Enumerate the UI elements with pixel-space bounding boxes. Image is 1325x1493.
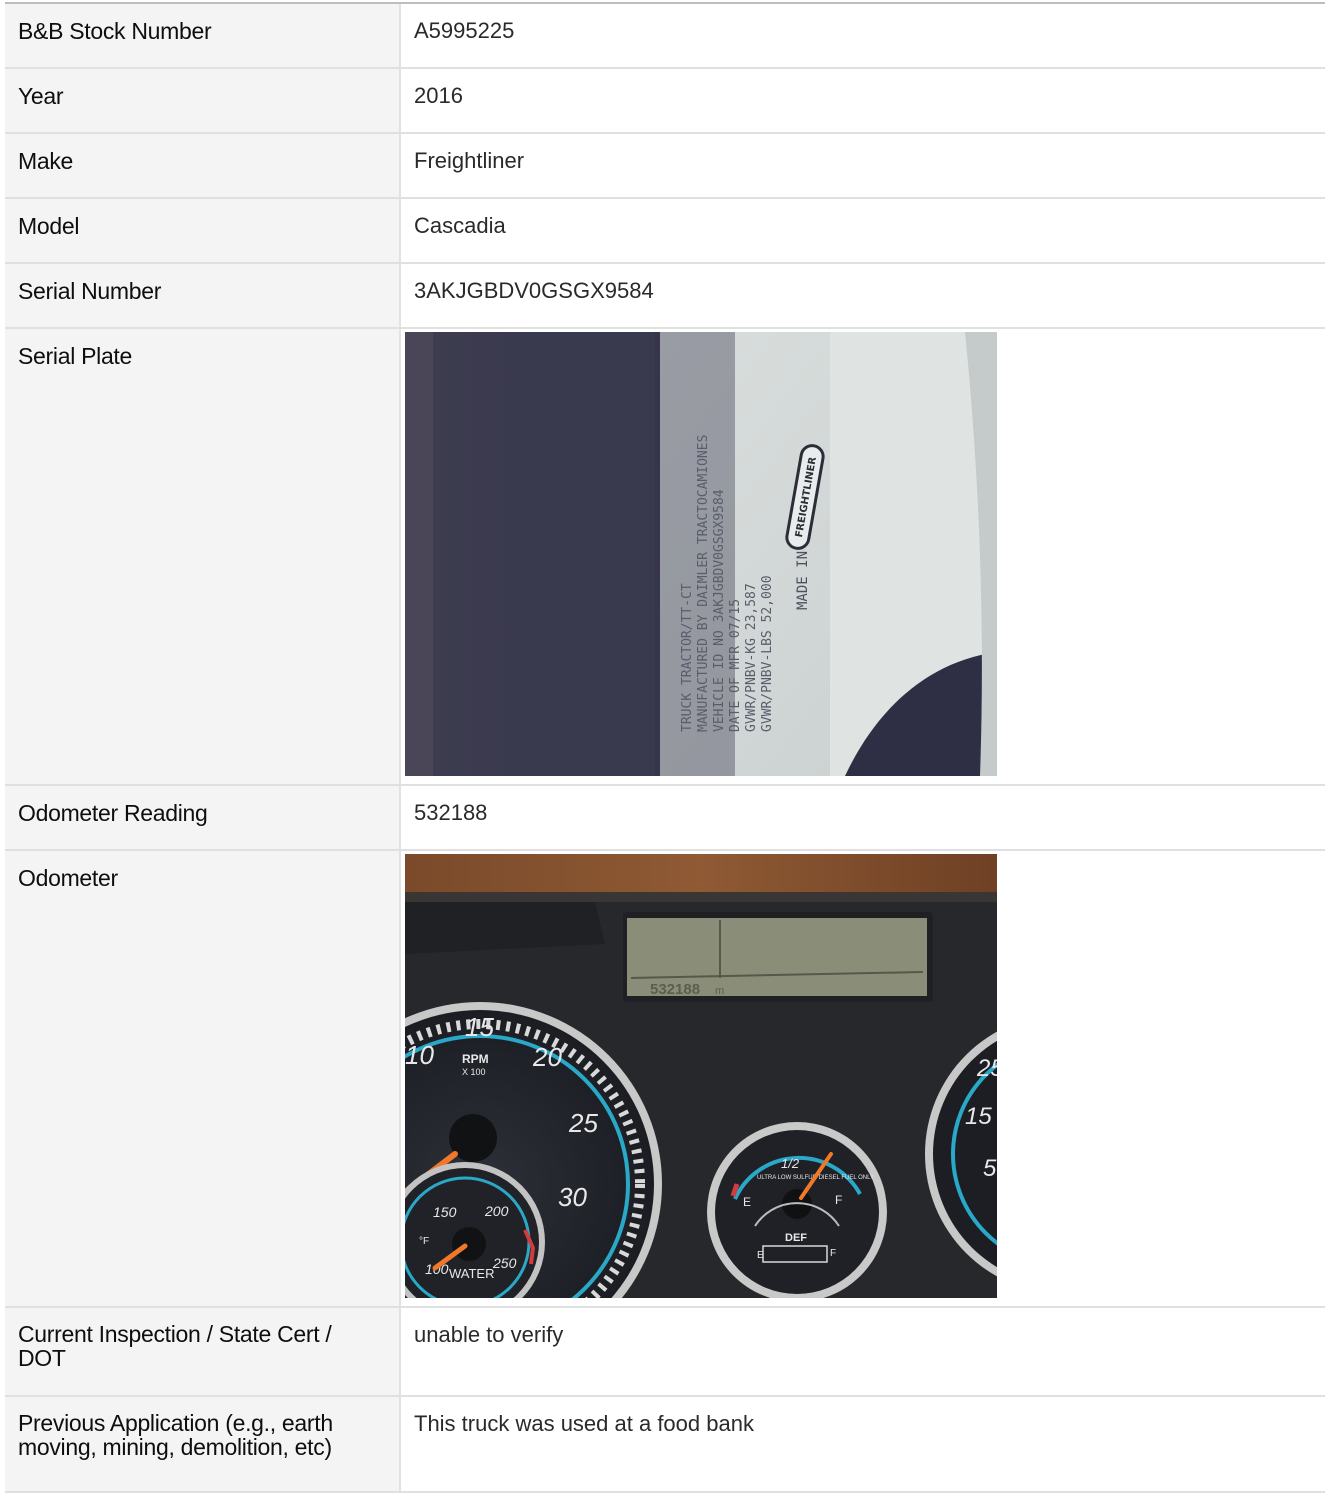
speedo-25: 25 (976, 1055, 997, 1082)
make-value: Freightliner (400, 133, 1325, 199)
tach-10: 10 (405, 1040, 434, 1070)
stock-number-label: B&B Stock Number (5, 4, 401, 69)
lcd-odometer-unit: m (715, 985, 724, 997)
tach-20: 20 (532, 1042, 562, 1072)
table-row: Serial Plate TRUCK TRACTOR/TT-CT MANUFAC… (5, 328, 1325, 786)
def-full: F (830, 1248, 836, 1259)
specifications-table: B&B Stock Number A5995225 Year 2016 Make… (5, 4, 1325, 1493)
fuel-empty: E (743, 1195, 751, 1209)
odometer-reading-value: 532188 (400, 785, 1325, 851)
odometer-reading-label: Odometer Reading (5, 785, 401, 851)
year-value: 2016 (400, 68, 1325, 134)
serial-plate-cell: TRUCK TRACTOR/TT-CT MANUFACTURED BY DAIM… (400, 328, 1325, 786)
water-200: 200 (484, 1203, 509, 1219)
plate-line-3: VEHICLE ID NO 3AKJGBDV0GSGX9584 (712, 489, 727, 732)
fuel-def-gauge: 1/2 ULTRA LOW SULFUR DIESEL FUEL ONLY E … (707, 1122, 887, 1298)
fuel-full: F (835, 1193, 842, 1207)
stock-number-value: A5995225 (400, 4, 1325, 69)
fuel-half: 1/2 (781, 1156, 800, 1171)
odometer-photo[interactable]: 532188 m 10 15 20 25 30 RPM X 100 150 20… (405, 854, 997, 1298)
lcd-odometer-reading: 532188 (650, 981, 700, 998)
table-row: Current Inspection / State Cert / DOT un… (5, 1307, 1325, 1397)
def-label: DEF (785, 1232, 807, 1244)
table-row: Model Cascadia (5, 198, 1325, 264)
plate-line-5: GVWR/PNBV-KG 23,587 (744, 583, 759, 732)
def-empty: E (757, 1250, 764, 1261)
tach-30: 30 (558, 1182, 587, 1212)
speedo-15: 15 (965, 1103, 992, 1130)
tach-25: 25 (568, 1108, 598, 1138)
tach-rpm-label: RPM (462, 1052, 489, 1066)
serial-number-value: 3AKJGBDV0GSGX9584 (400, 263, 1325, 329)
table-row: Make Freightliner (5, 133, 1325, 199)
water-250: 250 (492, 1255, 517, 1271)
table-row: B&B Stock Number A5995225 (5, 4, 1325, 69)
tach-scale-label: X 100 (462, 1067, 486, 1077)
water-label: WATER (449, 1266, 495, 1281)
inspection-label: Current Inspection / State Cert / DOT (5, 1307, 401, 1397)
serial-plate-label: Serial Plate (5, 328, 401, 786)
previous-application-label: Previous Application (e.g., earth moving… (5, 1396, 401, 1493)
model-value: Cascadia (400, 198, 1325, 264)
model-label: Model (5, 198, 401, 264)
previous-application-value: This truck was used at a food bank (400, 1396, 1325, 1493)
tach-15: 15 (465, 1012, 494, 1042)
plate-line-6: GVWR/PNBV-LBS 52,000 (760, 575, 775, 732)
speedo-5: 5 (983, 1155, 997, 1182)
water-150: 150 (433, 1204, 457, 1220)
inspection-value: unable to verify (400, 1307, 1325, 1397)
water-unit: °F (419, 1236, 429, 1247)
table-row: Odometer 532188 m 10 15 20 25 30 RPM X 1… (5, 850, 1325, 1308)
odometer-label: Odometer (5, 850, 401, 1308)
serial-plate-photo[interactable]: TRUCK TRACTOR/TT-CT MANUFACTURED BY DAIM… (405, 332, 997, 776)
plate-line-2: MANUFACTURED BY DAIMLER TRACTOCAMIONES (696, 435, 711, 732)
plate-line-1: TRUCK TRACTOR/TT-CT (680, 583, 695, 732)
odometer-cell: 532188 m 10 15 20 25 30 RPM X 100 150 20… (400, 850, 1325, 1308)
table-row: Serial Number 3AKJGBDV0GSGX9584 (5, 263, 1325, 329)
make-label: Make (5, 133, 401, 199)
table-row: Odometer Reading 532188 (5, 785, 1325, 851)
plate-line-4: DATE OF MFR 07/15 (728, 599, 743, 732)
table-row: Previous Application (e.g., earth moving… (5, 1396, 1325, 1493)
year-label: Year (5, 68, 401, 134)
serial-number-label: Serial Number (5, 263, 401, 329)
table-row: Year 2016 (5, 68, 1325, 134)
